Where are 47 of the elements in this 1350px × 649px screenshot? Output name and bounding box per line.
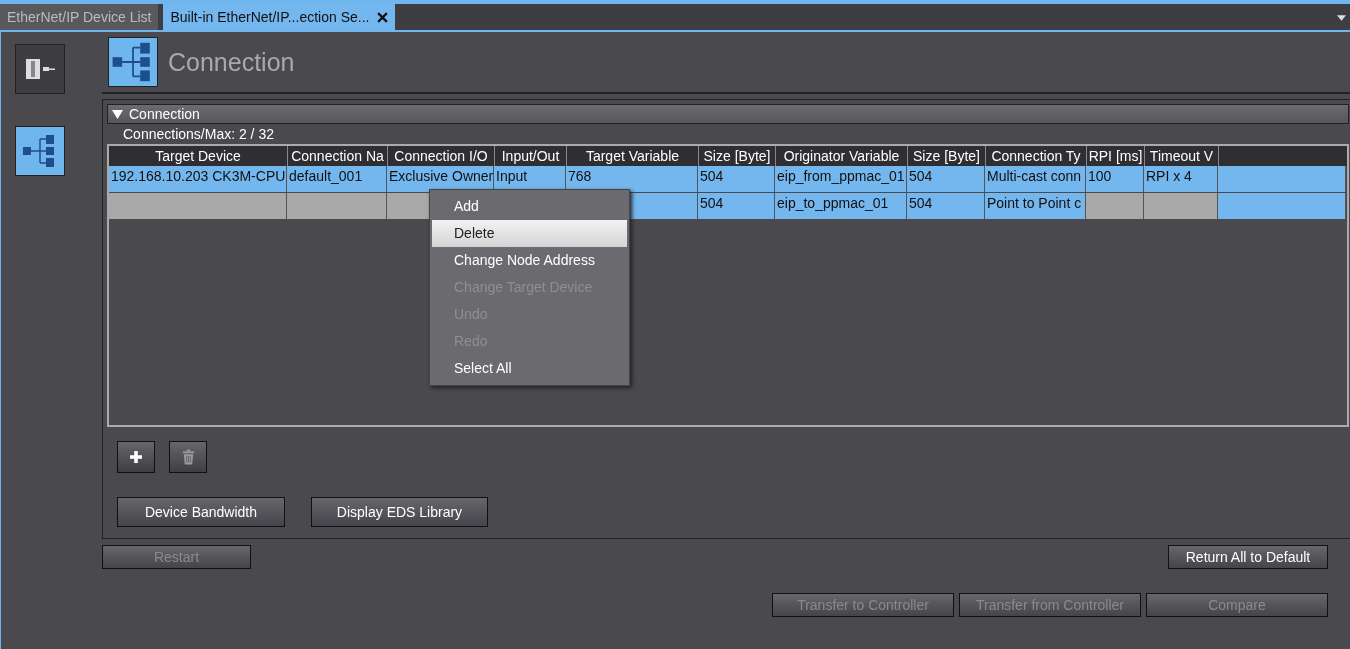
menu-item[interactable]: Change Node Address	[432, 247, 627, 274]
add-button[interactable]	[117, 441, 155, 473]
column-header[interactable]: Target Variable	[585, 148, 680, 164]
page-title: Connection	[168, 47, 295, 77]
table-cell: 504	[698, 166, 775, 192]
column-header[interactable]: Connection Ty	[991, 148, 1081, 164]
table-cell: 768	[566, 166, 698, 192]
close-icon[interactable]	[377, 11, 389, 23]
column-header[interactable]: Size [Byte]	[703, 148, 771, 164]
table-cell: eip_from_ppmac_01	[775, 166, 907, 192]
menu-item[interactable]: Select All	[432, 355, 627, 382]
column-header[interactable]: Input/Out	[501, 148, 560, 164]
bandwidth-button[interactable]: Device Bandwidth	[117, 497, 285, 527]
column-header[interactable]: RPI [ms]	[1088, 148, 1143, 164]
device-button[interactable]	[15, 44, 65, 94]
table-cell: Input	[494, 166, 566, 192]
table-cell: 192.168.10.203 CK3M-CPU	[109, 166, 287, 192]
tab[interactable]: Built-in EtherNet/IP...ection Se...	[163, 4, 396, 30]
section-header[interactable]: Connection	[107, 104, 1349, 124]
column-header[interactable]: Connection I/O	[394, 148, 488, 164]
table-cell: 504	[907, 193, 985, 219]
column-header[interactable]: Timeout V	[1149, 148, 1214, 164]
table-cell: Point to Point c	[985, 193, 1086, 219]
collapse-icon	[112, 109, 123, 119]
table-cell: 504	[698, 193, 775, 219]
tab[interactable]: EtherNet/IP Device List	[0, 4, 159, 30]
table-cell: 504	[907, 166, 985, 192]
column-header[interactable]: Target Device	[155, 148, 241, 164]
table-cell: Multi-cast conn	[985, 166, 1086, 192]
menu-item[interactable]: Add	[432, 193, 627, 220]
dropdown-icon[interactable]	[1337, 15, 1346, 21]
trash-icon	[181, 449, 195, 465]
connection-count: Connections/Max: 2 / 32	[122, 125, 275, 144]
reset-button[interactable]: Return All to Default	[1168, 545, 1328, 569]
menu-item[interactable]: Delete	[432, 220, 627, 247]
column-header[interactable]: Size [Byte]	[913, 148, 980, 164]
connection-icon	[108, 37, 158, 87]
table-cell: 100	[1086, 166, 1144, 192]
table-cell: RPI x 4	[1144, 166, 1218, 192]
table-cell: eip_to_ppmac_01	[775, 193, 907, 219]
connection-button[interactable]	[15, 126, 65, 176]
table-cell: default_001	[287, 166, 387, 192]
plus-icon	[129, 450, 143, 464]
eds-library-button[interactable]: Display EDS Library	[311, 497, 488, 527]
column-header[interactable]: Originator Variable	[783, 148, 900, 164]
column-header[interactable]: Connection Na	[291, 148, 384, 164]
table-cell: Exclusive Owner	[387, 166, 494, 192]
